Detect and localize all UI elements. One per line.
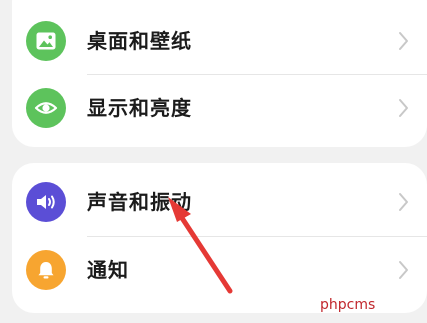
sound-vibration-row[interactable]: 声音和振动 xyxy=(12,169,427,235)
chevron-right-icon xyxy=(399,193,408,211)
sound-vibration-label: 声音和振动 xyxy=(87,190,192,214)
display-brightness-row[interactable]: 显示和亮度 xyxy=(12,75,427,141)
chevron-right-icon xyxy=(399,99,408,117)
bell-icon xyxy=(26,250,66,290)
settings-group-1: 桌面和壁纸 显示和亮度 xyxy=(12,0,427,147)
notification-row[interactable]: 通知 xyxy=(12,237,427,303)
settings-group-2: 声音和振动 通知 xyxy=(12,163,427,313)
display-brightness-label: 显示和亮度 xyxy=(87,96,192,120)
notification-label: 通知 xyxy=(87,258,129,282)
image-icon xyxy=(26,21,66,61)
chevron-right-icon xyxy=(399,261,408,279)
desktop-wallpaper-label: 桌面和壁纸 xyxy=(87,29,192,53)
watermark: phpcms xyxy=(320,297,376,313)
desktop-wallpaper-row[interactable]: 桌面和壁纸 xyxy=(12,8,427,74)
eye-icon xyxy=(26,88,66,128)
speaker-icon xyxy=(26,182,66,222)
chevron-right-icon xyxy=(399,32,408,50)
